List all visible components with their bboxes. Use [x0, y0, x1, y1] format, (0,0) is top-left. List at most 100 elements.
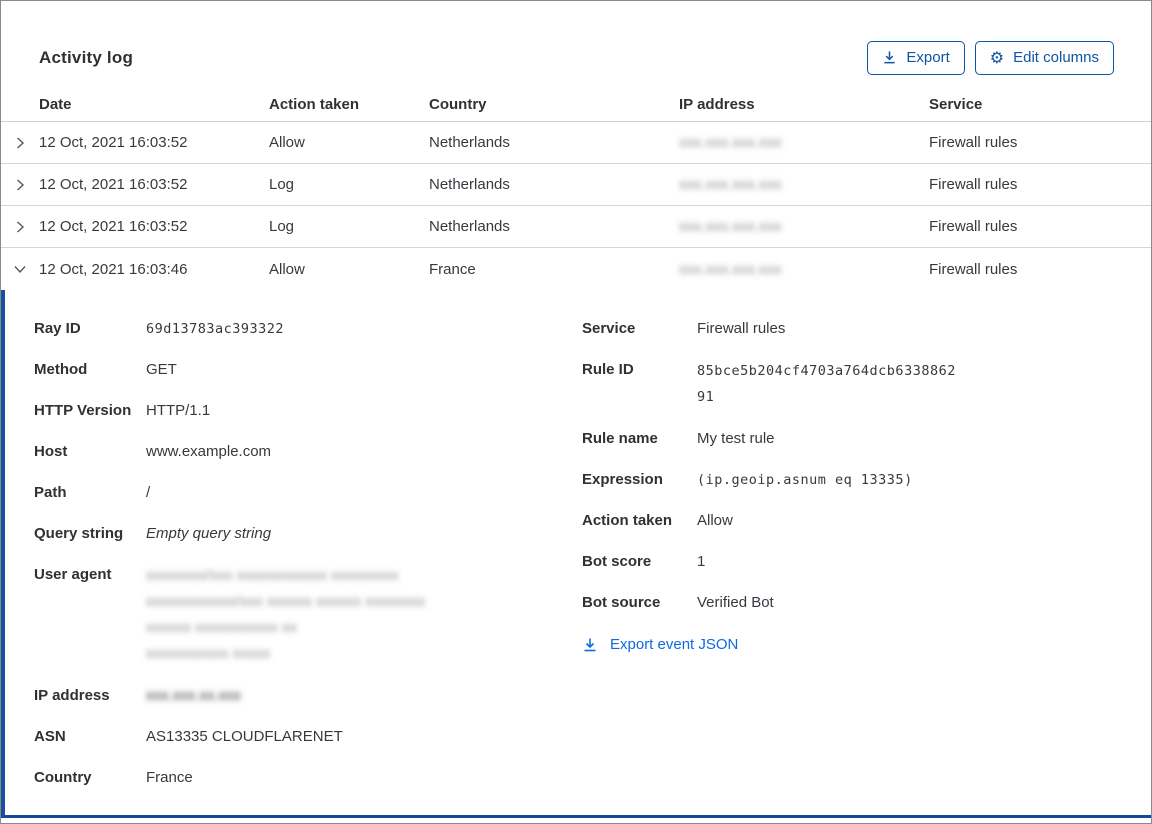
cell-action-taken: Log: [269, 218, 295, 235]
field-value: (ip.geoip.asnum eq 13335): [697, 472, 913, 488]
cell-action-taken: Log: [269, 176, 295, 193]
cell-ip-address: xxx.xxx.xxx.xxx: [679, 218, 929, 235]
column-header-country[interactable]: Country: [429, 96, 679, 113]
cell-service: Firewall rules: [929, 260, 1018, 278]
chevron-down-icon[interactable]: [1, 261, 39, 277]
detail-field-bot-score: Bot score 1: [582, 550, 1151, 574]
field-label: Rule name: [582, 430, 658, 447]
field-label: Path: [34, 484, 67, 501]
redacted-ip: xxx.xxx.xxx.xxx: [679, 176, 782, 193]
field-label: Bot score: [582, 553, 652, 570]
cell-country: Netherlands: [429, 134, 510, 151]
field-value: HTTP/1.1: [146, 402, 211, 419]
field-value: Empty query string: [146, 525, 272, 542]
cell-date: 12 Oct, 2021 16:03:46: [39, 260, 188, 278]
table-row[interactable]: 12 Oct, 2021 16:03:52 Log Netherlands xx…: [1, 164, 1151, 206]
field-value: AS13335 CLOUDFLARENET: [146, 728, 343, 745]
column-header-action-taken[interactable]: Action taken: [269, 96, 429, 113]
field-value-redacted: xxxxxxxx/xxx xxxxxxxxxxxx xxxxxxxxx xxxx…: [146, 567, 426, 662]
field-label: Rule ID: [582, 361, 634, 378]
cell-service: Firewall rules: [929, 134, 1018, 151]
detail-field-country: Country France: [34, 766, 582, 790]
detail-field-service: Service Firewall rules: [582, 317, 1151, 341]
redacted-ip: xxx.xxx.xxx.xxx: [679, 260, 782, 278]
cell-ip-address: xxx.xxx.xxx.xxx: [679, 176, 929, 193]
field-label: Bot source: [582, 594, 661, 611]
event-detail-panel: Ray ID 69d13783ac393322 Method GET HTTP …: [1, 290, 1151, 818]
cell-ip-address: xxx.xxx.xxx.xxx: [679, 134, 929, 151]
column-header-date[interactable]: Date: [39, 96, 269, 113]
cell-country: France: [429, 260, 476, 278]
column-header-ip-address[interactable]: IP address: [679, 96, 929, 113]
activity-log-panel: Activity log Export ⚙ Edit columns Date …: [0, 0, 1152, 824]
field-label: HTTP Version: [34, 402, 132, 419]
table-row[interactable]: 12 Oct, 2021 16:03:52 Log Netherlands xx…: [1, 206, 1151, 248]
cell-country: Netherlands: [429, 176, 510, 193]
export-event-json-link[interactable]: Export event JSON: [582, 636, 738, 653]
header: Activity log Export ⚙ Edit columns: [1, 1, 1151, 88]
export-button-label: Export: [906, 49, 950, 66]
edit-columns-button-label: Edit columns: [1013, 49, 1099, 66]
redacted-ip: xxx.xxx.xxx.xxx: [679, 218, 782, 235]
cell-ip-address: xxx.xxx.xxx.xxx: [679, 261, 929, 278]
toolbar: Export ⚙ Edit columns: [867, 40, 1114, 75]
page-title: Activity log: [39, 47, 134, 67]
detail-left-column: Ray ID 69d13783ac393322 Method GET HTTP …: [34, 317, 582, 807]
field-label: Action taken: [582, 512, 673, 529]
field-label: Method: [34, 361, 88, 378]
field-label: Service: [582, 320, 636, 337]
download-icon: [582, 637, 598, 653]
detail-field-action-taken: Action taken Allow: [582, 509, 1151, 533]
detail-field-query-string: Query string Empty query string: [34, 522, 582, 546]
field-label: IP address: [34, 687, 110, 704]
table-row[interactable]: 12 Oct, 2021 16:03:52 Allow Netherlands …: [1, 122, 1151, 164]
chevron-right-icon[interactable]: [1, 135, 39, 151]
export-button[interactable]: Export: [867, 40, 965, 75]
field-value: 85bce5b204cf4703a764dcb633886291: [697, 363, 956, 405]
field-value: 69d13783ac393322: [146, 321, 285, 337]
detail-field-rule-name: Rule name My test rule: [582, 427, 1151, 451]
edit-columns-button[interactable]: ⚙ Edit columns: [974, 40, 1114, 75]
detail-field-ip-address: IP address xxx.xxx.xx.xxx: [34, 684, 582, 708]
chevron-right-icon[interactable]: [1, 219, 39, 235]
detail-right-column: Service Firewall rules Rule ID 85bce5b20…: [582, 317, 1151, 657]
field-value: France: [146, 769, 193, 786]
detail-field-rule-id: Rule ID 85bce5b204cf4703a764dcb633886291: [582, 358, 1151, 410]
table-row-expanded[interactable]: 12 Oct, 2021 16:03:46 Allow France xxx.x…: [1, 248, 1151, 290]
column-header-service[interactable]: Service: [929, 96, 1151, 113]
field-value: www.example.com: [146, 443, 272, 460]
gear-icon: ⚙: [989, 47, 1005, 67]
cell-date: 12 Oct, 2021 16:03:52: [39, 218, 188, 235]
cell-service: Firewall rules: [929, 218, 1018, 235]
chevron-right-icon[interactable]: [1, 177, 39, 193]
cell-date: 12 Oct, 2021 16:03:52: [39, 134, 188, 151]
field-label: Country: [34, 769, 92, 786]
field-value: /: [146, 484, 151, 501]
field-value: My test rule: [697, 430, 775, 447]
table-header-row: Date Action taken Country IP address Ser…: [1, 88, 1151, 122]
field-label: Ray ID: [34, 320, 81, 337]
redacted-ip: xxx.xxx.xxx.xxx: [679, 134, 782, 151]
cell-country: Netherlands: [429, 218, 510, 235]
detail-field-asn: ASN AS13335 CLOUDFLARENET: [34, 725, 582, 749]
cell-service: Firewall rules: [929, 176, 1018, 193]
field-label: Query string: [34, 525, 124, 542]
field-label: Host: [34, 443, 68, 460]
field-value: Firewall rules: [697, 320, 786, 337]
detail-field-method: Method GET: [34, 358, 582, 382]
download-icon: [882, 50, 897, 65]
detail-field-path: Path /: [34, 481, 582, 505]
field-value: 1: [697, 553, 706, 570]
cell-date: 12 Oct, 2021 16:03:52: [39, 176, 188, 193]
field-value: Allow: [697, 512, 733, 529]
field-label: ASN: [34, 728, 66, 745]
detail-field-ray-id: Ray ID 69d13783ac393322: [34, 317, 582, 341]
detail-field-user-agent: User agent xxxxxxxx/xxx xxxxxxxxxxxx xxx…: [34, 563, 582, 667]
cell-action-taken: Allow: [269, 134, 305, 151]
detail-field-bot-source: Bot source Verified Bot: [582, 591, 1151, 615]
export-event-json-label: Export event JSON: [610, 636, 739, 653]
field-label: User agent: [34, 566, 112, 583]
detail-field-expression: Expression (ip.geoip.asnum eq 13335): [582, 468, 1151, 492]
field-label: Expression: [582, 471, 663, 488]
detail-field-http-version: HTTP Version HTTP/1.1: [34, 399, 582, 423]
